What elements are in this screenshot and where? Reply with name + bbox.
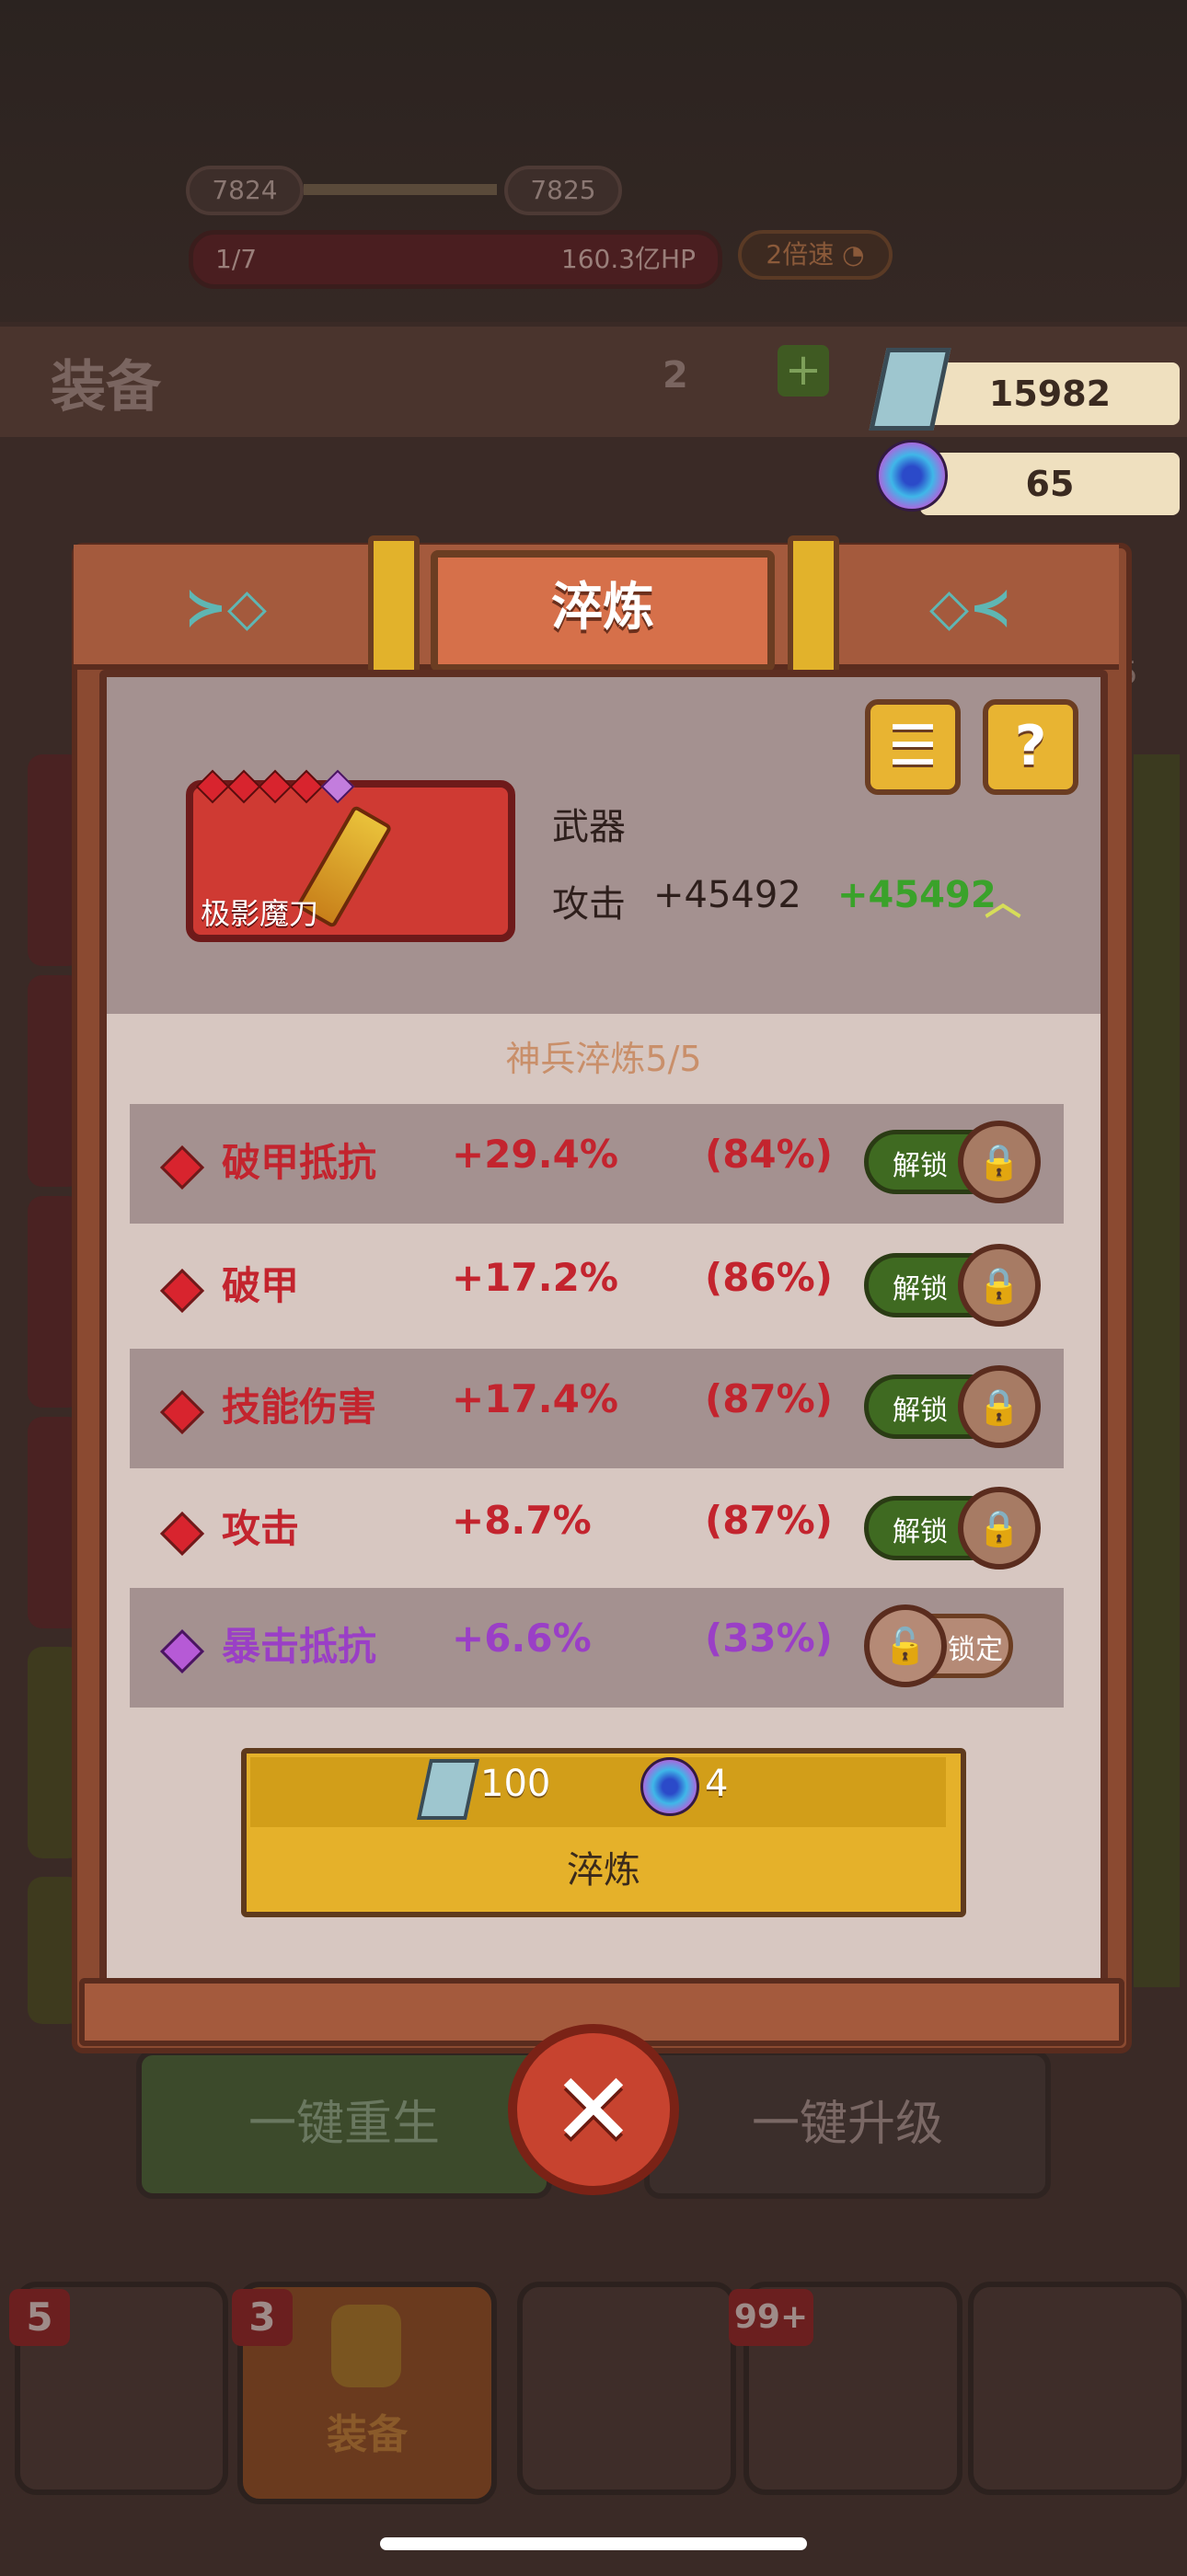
tab-equipment-badge: 3 [232,2289,293,2346]
attribute-row: 破甲抵抗 +29.4% (84%) 解锁 🔒 [130,1104,1064,1224]
equipment-title: 装备 [51,355,161,420]
attribute-name: 攻击 [222,1506,300,1551]
cost-orb: 4 [705,1763,729,1805]
add-icon[interactable]: + [778,345,829,397]
dialog-title: 淬炼 [551,578,654,638]
fish-emblem-left-icon: ≻◇ [184,578,267,638]
score-left: 7824 [186,166,304,215]
attribute-name: 破甲抵抗 [222,1140,377,1185]
lock-icon: 🔒 [958,1244,1041,1327]
orb-icon [640,1757,699,1816]
attribute-value: +6.6% [452,1616,592,1661]
attribute-row: 技能伤害 +17.4% (87%) 解锁 🔒 [130,1349,1064,1468]
crystal-counter: 15982 [920,362,1180,425]
lock-icon: 🔒 [958,1365,1041,1448]
lock-icon: 🔒 [958,1121,1041,1203]
tab-1-badge: 5 [9,2289,70,2346]
stat-label: 攻击 [552,883,626,926]
diamond-icon [159,1268,205,1314]
unlock-label: 解锁 [893,1150,948,1182]
star-icon [258,769,293,804]
side-card-right [1134,754,1180,1987]
star-icon [289,769,324,804]
unlocked-padlock-icon: 🔓 [864,1604,947,1687]
orb-icon [876,440,948,512]
stat-value: +45492 [653,874,801,916]
attribute-percent: (87%) [705,1376,833,1421]
item-name: 极影魔刀 [201,896,319,931]
rebirth-all-button[interactable]: 一键重生 [136,2050,552,2199]
progress-track [304,184,497,195]
score-right: 7825 [504,166,622,215]
attribute-percent: (84%) [705,1132,833,1177]
sign-post-right [788,535,839,684]
menu-icon: ☰ [888,714,938,778]
wave-counter: 1/7 [215,244,258,274]
stat-bonus: +45492 [837,874,997,916]
attribute-percent: (87%) [705,1498,833,1543]
tab-equipment-label: 装备 [327,2411,408,2458]
speedometer-icon: ◔ [842,239,865,270]
upgrade-all-button[interactable]: 一键升级 [644,2050,1051,2199]
attribute-value: +17.4% [452,1376,618,1421]
diamond-icon [159,1628,205,1674]
sign-post-left [368,535,420,684]
close-icon[interactable]: ✕ [508,2024,679,2195]
fish-emblem-right-icon: ◇≺ [929,578,1012,638]
unlock-label: 解锁 [893,1516,948,1548]
attribute-row: 暴击抵抗 +6.6% (33%) 锁定 🔓 [130,1588,1064,1708]
home-indicator[interactable] [380,2537,807,2550]
diamond-icon [159,1389,205,1435]
speed-label: 2倍速 [766,239,835,270]
unlock-label: 解锁 [893,1273,948,1305]
attribute-value: +8.7% [452,1498,592,1543]
star-icon [320,769,355,804]
list-button[interactable]: ☰ [865,699,961,795]
refine-cost-bar [250,1757,946,1827]
attribute-name: 暴击抵抗 [222,1624,377,1669]
boss-hp-bar: 1/7 160.3亿HP [189,230,722,289]
attribute-row: 破甲 +17.2% (86%) 解锁 🔒 [130,1227,1064,1347]
attribute-value: +17.2% [452,1255,618,1300]
up-arrow-icon: ︿ [985,881,1021,924]
attribute-percent: (33%) [705,1616,833,1661]
question-icon: ? [1014,714,1047,778]
armor-icon [331,2305,401,2387]
lock-icon: 🔒 [958,1487,1041,1570]
speed-button[interactable]: 2倍速 ◔ [738,230,893,280]
refine-button-label: 淬炼 [567,1849,640,1892]
help-button[interactable]: ? [983,699,1078,795]
star-rating [195,769,355,804]
attribute-value: +29.4% [452,1132,618,1177]
attribute-name: 破甲 [222,1263,300,1308]
cost-crystal: 100 [480,1763,551,1805]
orb-counter: 65 [920,453,1180,515]
tab-5[interactable] [968,2282,1187,2495]
level-number: 2 [663,354,688,397]
refine-progress-title: 神兵淬炼5/5 [505,1039,702,1079]
diamond-icon [159,1511,205,1557]
lock-label: 锁定 [948,1634,1003,1666]
star-icon [226,769,261,804]
hp-value: 160.3亿HP [560,244,696,274]
tab-4-badge: 99+ [729,2289,813,2346]
attribute-name: 技能伤害 [222,1385,377,1430]
attribute-percent: (86%) [705,1255,833,1300]
attribute-row: 攻击 +8.7% (87%) 解锁 🔒 [130,1470,1064,1590]
diamond-icon [159,1144,205,1190]
unlock-label: 解锁 [893,1395,948,1427]
tab-3[interactable] [517,2282,736,2495]
star-icon [195,769,230,804]
item-type: 武器 [552,806,626,848]
